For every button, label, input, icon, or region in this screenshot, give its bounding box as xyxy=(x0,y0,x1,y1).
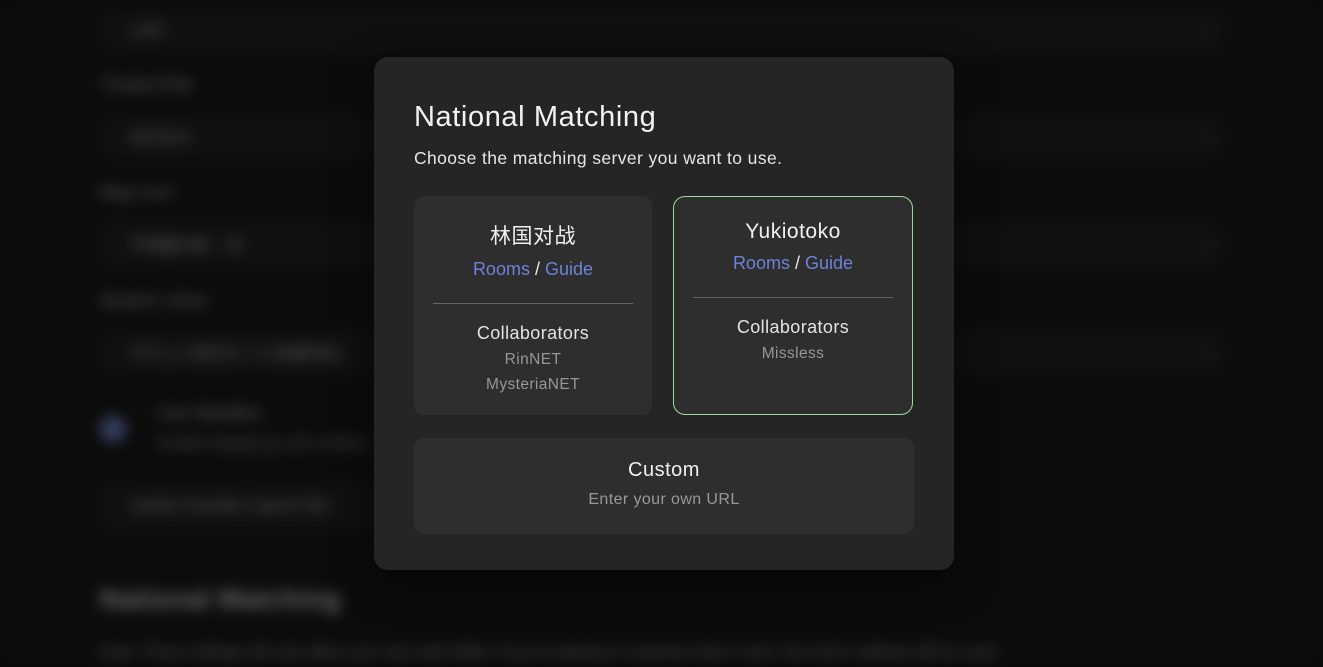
server-card-yukiotoko-selected[interactable]: Yukiotoko Rooms / Guide Collaborators Mi… xyxy=(673,196,913,415)
dialog-title: National Matching xyxy=(414,101,914,134)
settings-page: LINK › Trophy/Title WE2024 › Map Icon 不思… xyxy=(0,0,1323,667)
server-card-linguo[interactable]: 林国对战 Rooms / Guide Collaborators RinNET … xyxy=(414,196,652,415)
rooms-link[interactable]: Rooms xyxy=(733,253,790,273)
server-options: 林国对战 Rooms / Guide Collaborators RinNET … xyxy=(414,196,914,415)
collaborator-name: Missless xyxy=(762,345,825,363)
links-separator: / xyxy=(795,253,800,273)
dialog-subtitle: Choose the matching server you want to u… xyxy=(414,148,914,169)
server-name: Yukiotoko xyxy=(745,220,841,244)
collaborators-label: Collaborators xyxy=(737,317,849,338)
server-links: Rooms / Guide xyxy=(733,253,853,274)
custom-subtitle: Enter your own URL xyxy=(588,491,739,509)
server-links: Rooms / Guide xyxy=(473,259,593,280)
national-matching-dialog: National Matching Choose the matching se… xyxy=(374,57,954,570)
rooms-link[interactable]: Rooms xyxy=(473,259,530,279)
collaborators-label: Collaborators xyxy=(477,323,589,344)
divider xyxy=(693,297,893,298)
custom-server-card[interactable]: Custom Enter your own URL xyxy=(414,438,914,534)
collaborator-name: RinNET xyxy=(505,351,562,369)
server-name: 林国对战 xyxy=(490,220,576,250)
links-separator: / xyxy=(535,259,540,279)
guide-link[interactable]: Guide xyxy=(805,253,853,273)
guide-link[interactable]: Guide xyxy=(545,259,593,279)
divider xyxy=(433,303,633,304)
custom-title: Custom xyxy=(628,459,700,482)
collaborator-name: MysteriaNET xyxy=(486,376,580,394)
